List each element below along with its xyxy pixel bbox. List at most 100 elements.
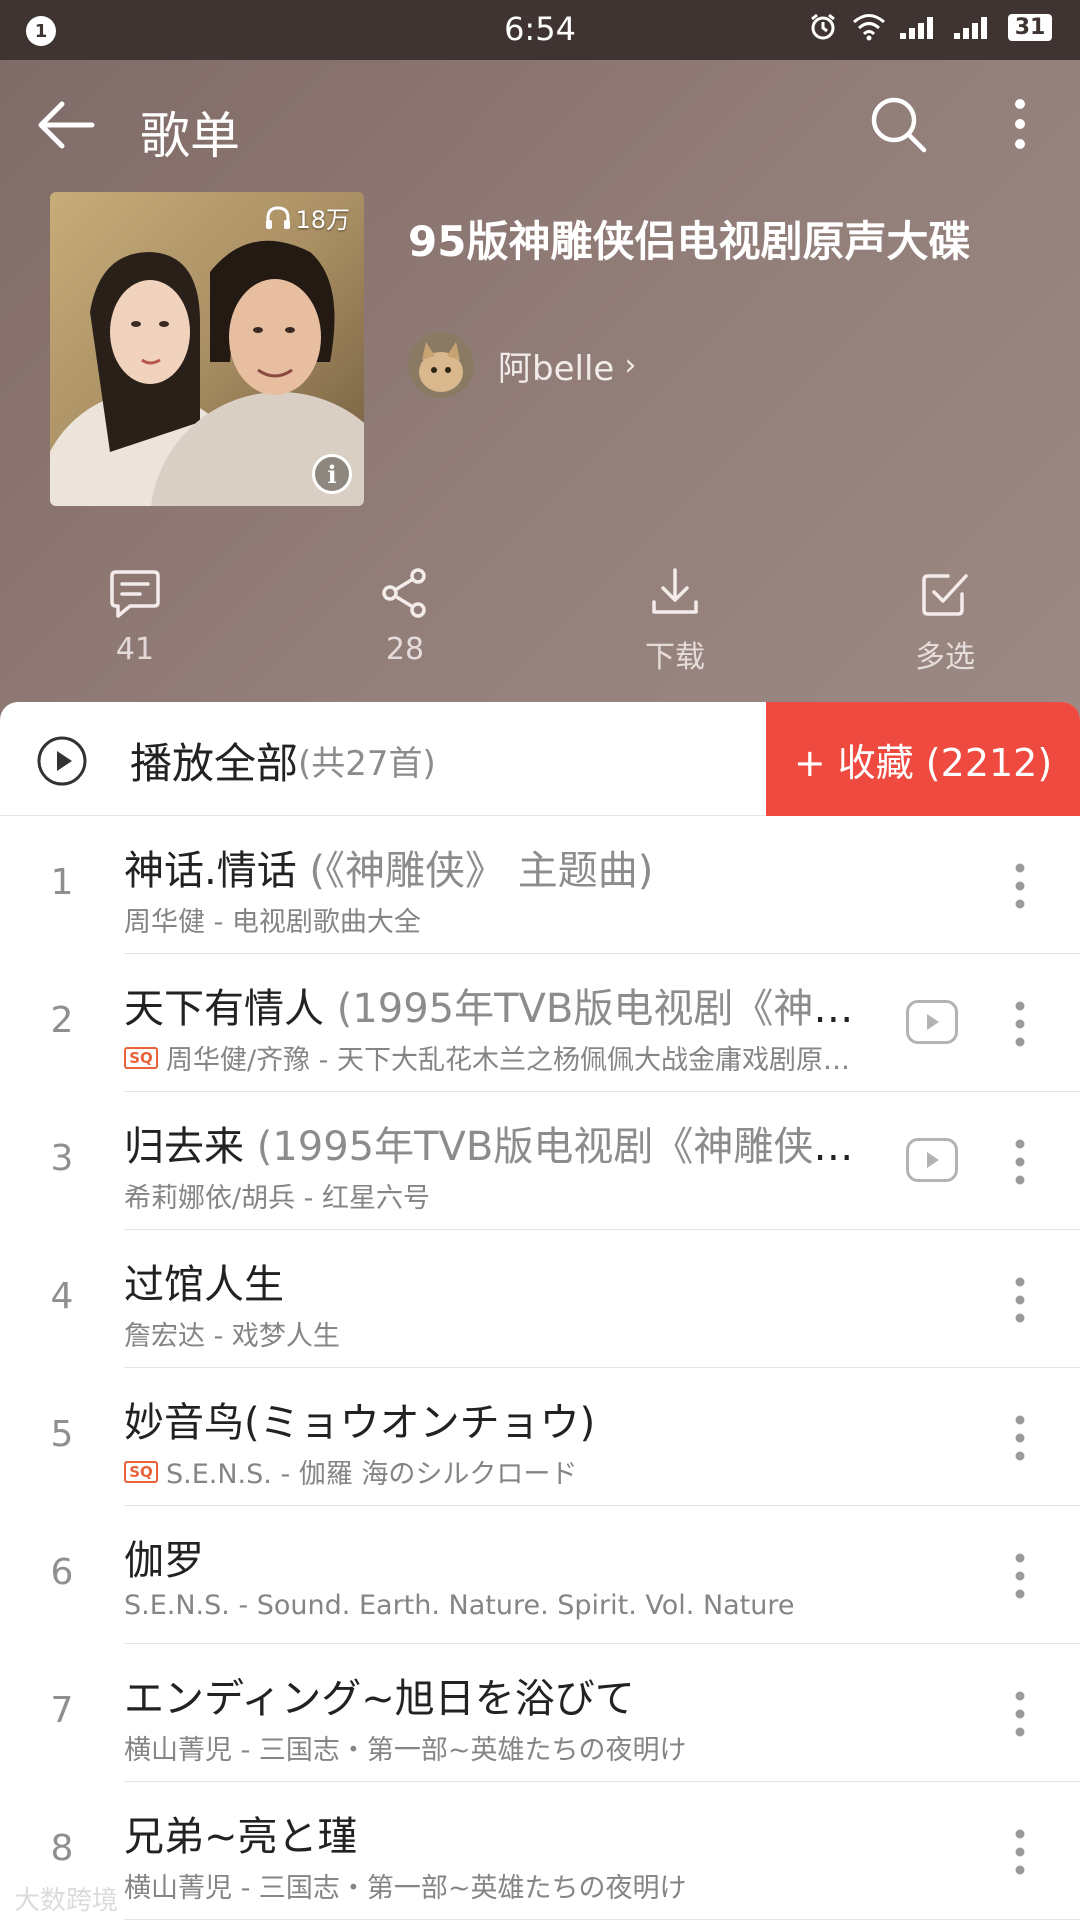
song-title: 归去来 (1995年TVB版电视剧《神雕侠侣》插曲) [124,1114,864,1172]
song-subtitle: 周华健 - 电视剧歌曲大全 [124,907,421,938]
song-artist-album: 横山菁児 - 三国志・第一部~英雄たちの夜明け [124,1866,864,1905]
song-artist-album: SQ 周华健/齐豫 - 天下大乱花木兰之杨佩佩大战金庸戏剧原声带 [124,1038,864,1077]
playlist-actions: 41 28 下载 多选 [0,566,1080,686]
more-vertical-icon[interactable] [1000,856,1040,916]
song-row[interactable]: 2 天下有情人 (1995年TVB版电视剧《神雕侠侣》主题曲) SQ 周华健/齐豫 -… [0,954,1080,1092]
song-artist-album: SQ S.E.N.S. - 伽羅 海のシルクロード [124,1452,864,1491]
song-row[interactable]: 5 妙音鸟(ミョウオンチョウ) SQ S.E.N.S. - 伽羅 海のシルクロード [0,1368,1080,1506]
song-title: 神话.情话 (《神雕侠》 主题曲) [124,838,864,896]
headphones-icon [266,205,291,229]
song-name: 天下有情人 [124,986,324,1032]
signal-1-icon [900,17,933,39]
song-name: 妙音鸟(ミョウオンチョウ) [124,1400,596,1446]
song-index: 7 [50,1690,74,1731]
song-row[interactable]: 1 神话.情话 (《神雕侠》 主题曲) 周华健 - 电视剧歌曲大全 [0,816,1080,954]
song-subtitle: 周华健/齐豫 - 天下大乱花木兰之杨佩佩大战金庸戏剧原声带 [166,1045,864,1076]
song-name: 归去来 [124,1124,244,1170]
play-count-label: 18万 [295,206,350,234]
sq-quality-badge: SQ [124,1046,158,1069]
download-button[interactable]: 下载 [540,566,810,686]
play-count: 18万 [265,200,350,235]
comment-button[interactable]: 41 [0,566,270,686]
song-alias: (1995年TVB版电视剧《神雕侠侣》插曲) [256,1124,864,1170]
back-arrow-icon[interactable] [36,98,96,152]
signal-2-icon [954,17,987,39]
song-index: 3 [50,1138,74,1179]
song-title: 过馆人生 [124,1252,864,1310]
song-title: 伽罗 [124,1528,864,1586]
song-index: 5 [50,1414,74,1455]
more-vertical-icon[interactable] [1000,1270,1040,1330]
song-artist-album: 詹宏达 - 戏梦人生 [124,1314,864,1353]
song-title: 天下有情人 (1995年TVB版电视剧《神雕侠侣》主题曲) [124,976,864,1034]
song-row[interactable]: 6 伽罗 S.E.N.S. - Sound. Earth. Nature. Spir… [0,1506,1080,1644]
song-name: 过馆人生 [124,1262,284,1308]
song-name: 兄弟~亮と瑾 [124,1814,358,1860]
collect-button[interactable]: + 收藏 (2212) [766,702,1080,816]
song-title: 兄弟~亮と瑾 [124,1804,864,1862]
more-vertical-icon[interactable] [1000,1546,1040,1606]
app-bar: 歌单 [0,60,1080,190]
song-row[interactable]: 3 归去来 (1995年TVB版电视剧《神雕侠侣》插曲) 希莉娜依/胡兵 - 红星六… [0,1092,1080,1230]
playlist-title: 95版神雕侠侣电视剧原声大碟 [408,217,971,266]
play-all-bar: 播放全部 (共27首) + 收藏 (2212) [0,702,1080,816]
song-artist-album: 横山菁児 - 三国志・第一部~英雄たちの夜明け [124,1728,864,1767]
mv-button[interactable] [906,1138,958,1182]
song-name: エンディング~旭日を浴びて [124,1676,635,1722]
song-subtitle: S.E.N.S. - 伽羅 海のシルクロード [166,1459,578,1490]
more-vertical-icon[interactable] [1000,1822,1040,1882]
song-index: 6 [50,1552,74,1593]
song-subtitle: S.E.N.S. - Sound. Earth. Nature. Spirit.… [124,1590,795,1621]
share-icon [382,568,426,618]
watermark: 大数跨境 [14,1886,119,1916]
share-button[interactable]: 28 [270,566,540,686]
more-vertical-icon[interactable] [1000,994,1040,1054]
song-subtitle: 希莉娜依/胡兵 - 红星六号 [124,1183,431,1214]
song-row[interactable]: 8 兄弟~亮と瑾 横山菁児 - 三国志・第一部~英雄たちの夜明け [0,1782,1080,1920]
song-list: 1 神话.情话 (《神雕侠》 主题曲) 周华健 - 电视剧歌曲大全 2 天下有情人 (1… [0,816,1080,1920]
wifi-icon [853,14,885,41]
play-circle-icon [37,736,87,785]
creator-name: 阿belle [498,348,615,389]
more-vertical-icon[interactable] [1000,1132,1040,1192]
song-subtitle: 横山菁児 - 三国志・第一部~英雄たちの夜明け [124,1873,687,1904]
multiselect-label: 多选 [915,640,975,675]
song-alias: (1995年TVB版电视剧《神雕侠侣》主题曲) [336,986,864,1032]
song-row[interactable]: 7 エンディング~旭日を浴びて横山菁児 - 三国志・第一部~英雄たちの夜明け [0,1644,1080,1782]
status-bar: 1 6:54 31 [0,0,1080,60]
play-all-button[interactable]: 播放全部 (共27首) [36,730,436,791]
chevron-right-icon: › [624,347,637,383]
playlist-cover[interactable]: 18万 i [50,192,364,506]
page-title: 歌单 [140,107,240,165]
song-index: 4 [50,1276,74,1317]
song-name: 伽罗 [124,1538,204,1584]
comment-icon [110,570,160,618]
download-label: 下载 [645,640,705,675]
info-icon[interactable]: i [312,454,352,494]
song-subtitle: 横山菁児 - 三国志・第一部~英雄たちの夜明け [124,1735,687,1766]
song-subtitle: 詹宏达 - 戏梦人生 [124,1321,340,1352]
battery-level: 31 [1008,13,1052,41]
song-name: 神话.情话 [124,848,297,894]
creator-link[interactable]: 阿belle › [408,332,636,398]
song-title: 妙音鸟(ミョウオンチョウ) [124,1390,864,1448]
song-artist-album: 周华健 - 电视剧歌曲大全 [124,900,864,939]
play-all-label: 播放全部 [130,739,299,788]
mv-button[interactable] [906,1000,958,1044]
download-icon [652,568,698,614]
video-play-icon [927,1152,939,1168]
alarm-icon [811,13,835,40]
more-vertical-icon[interactable] [1000,1408,1040,1468]
song-artist-album: S.E.N.S. - Sound. Earth. Nature. Spirit.… [124,1590,864,1621]
more-vertical-icon[interactable] [1000,94,1040,154]
more-vertical-icon[interactable] [1000,1684,1040,1744]
song-title: エンディング~旭日を浴びて [124,1666,864,1724]
song-row[interactable]: 4 过馆人生詹宏达 - 戏梦人生 [0,1230,1080,1368]
song-index: 2 [50,1000,74,1041]
song-artist-album: 希莉娜依/胡兵 - 红星六号 [124,1176,864,1215]
sq-quality-badge: SQ [124,1460,158,1483]
creator-avatar [408,332,474,398]
song-count: (共27首) [298,744,436,784]
multiselect-button[interactable]: 多选 [810,566,1080,686]
search-icon[interactable] [868,94,928,154]
